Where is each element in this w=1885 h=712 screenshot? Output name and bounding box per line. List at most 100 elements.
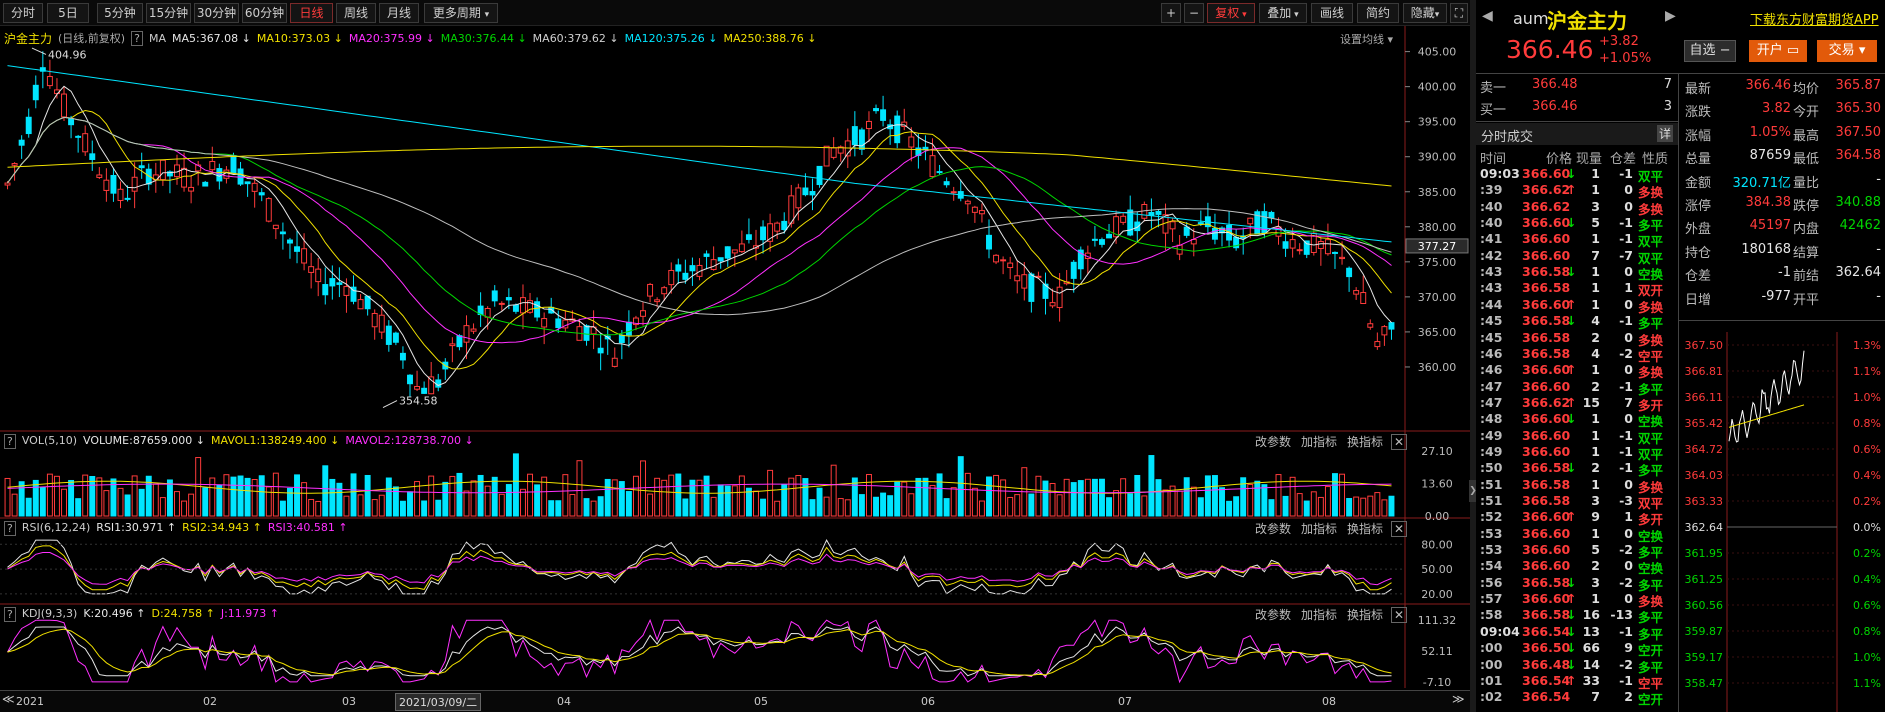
candle-body — [943, 181, 950, 186]
sell1-volume: 7 — [1663, 77, 1672, 92]
close-icon[interactable]: ✕ — [1391, 607, 1408, 623]
add-indicator-button[interactable]: 加指标 — [1301, 522, 1337, 536]
volume-bar — [858, 494, 865, 517]
stat-value: -977 — [1761, 288, 1791, 304]
help-icon[interactable]: ? — [4, 607, 16, 622]
period-tab-fenshi[interactable]: 分时 — [3, 3, 43, 23]
x-label: 05 — [754, 695, 768, 708]
kdj-y-label: -7.10 — [1423, 676, 1451, 688]
close-icon[interactable]: ✕ — [1391, 434, 1408, 450]
prev-symbol-icon[interactable]: ◀ — [1482, 8, 1493, 24]
period-tab-more[interactable]: 更多周期 ▾ — [424, 3, 498, 23]
download-app-link[interactable]: 下载东方财富期货APP — [1750, 9, 1879, 28]
simple-button[interactable]: 简约 — [1357, 3, 1399, 23]
edit-params-button[interactable]: 改参数 — [1255, 608, 1291, 622]
volume-bar — [1261, 484, 1268, 517]
tick-oi: -1 — [1619, 672, 1633, 688]
candle-body — [1007, 262, 1014, 269]
stat-label: 最低 — [1793, 152, 1820, 168]
tick-price: 366.58 — [1522, 345, 1571, 361]
rsi-value: RSI2:34.943 ↑ — [182, 521, 262, 534]
period-tab-60min[interactable]: 60分钟 — [242, 3, 287, 23]
edit-params-button[interactable]: 改参数 — [1255, 435, 1291, 449]
scroll-left-icon[interactable]: ≪ — [2, 692, 15, 706]
tick-time: :56 — [1480, 574, 1503, 590]
candle-body — [138, 165, 145, 169]
close-icon[interactable]: ✕ — [1391, 521, 1408, 537]
ticks-list[interactable]: 09:03 366.60 ↓ 1 -1 双平:39 366.62 ↑ 1 0 多换:40 366.62… — [1478, 166, 1678, 712]
tick-price: 366.62 — [1522, 182, 1571, 198]
high-label: 404.96 — [48, 48, 87, 61]
draw-button[interactable]: 画线 — [1311, 3, 1353, 23]
candle-body — [230, 155, 237, 175]
rsi-value: RSI3:40.581 ↑ — [267, 521, 348, 534]
open-account-button[interactable]: 开户 ▭ — [1749, 40, 1807, 62]
period-tab-monthly[interactable]: 月线 — [379, 3, 419, 23]
volume-bar — [498, 493, 505, 517]
candle-body — [301, 248, 308, 264]
mini-price-label: 359.87 — [1685, 625, 1724, 638]
tick-volume: 1 — [1591, 443, 1600, 459]
switch-indicator-button[interactable]: 换指标 — [1347, 435, 1383, 449]
period-tab-30min[interactable]: 30分钟 — [194, 3, 239, 23]
switch-indicator-button[interactable]: 换指标 — [1347, 522, 1383, 536]
more-periods-label: 更多周期 — [432, 6, 481, 20]
volume-bar — [717, 484, 724, 517]
ticks-title: 分时成交 — [1481, 130, 1534, 145]
period-tab-15min[interactable]: 15分钟 — [146, 3, 191, 23]
tick-oi: -2 — [1619, 574, 1633, 590]
kline-chart[interactable]: 405.00 400.00 395.00 390.00 385.00 380.00 375.… — [0, 26, 1470, 688]
volume-bar — [837, 498, 844, 517]
edit-params-button[interactable]: 改参数 — [1255, 522, 1291, 536]
volume-bar — [442, 481, 449, 517]
ma60-line — [7, 116, 1392, 316]
candle-body — [378, 314, 385, 333]
tick-row: :45 366.58 2 0 多换 — [1478, 330, 1678, 348]
tick-oi: 0 — [1624, 182, 1633, 198]
period-tab-5min[interactable]: 5分钟 — [97, 3, 143, 23]
volume-bar — [166, 479, 173, 517]
candle-body — [1346, 267, 1353, 278]
trade-button[interactable]: 交易 ▾ — [1817, 40, 1877, 62]
overlay-button[interactable]: 叠加 ▾ — [1259, 3, 1307, 23]
tick-arrow: ↓ — [1566, 264, 1577, 280]
adjust-button[interactable]: 复权 ▾ — [1207, 3, 1255, 23]
period-tab-5day[interactable]: 5日 — [47, 3, 89, 23]
hide-button[interactable]: 隐藏▾ — [1403, 3, 1447, 23]
volume-bar — [936, 473, 943, 517]
volume-bar — [957, 456, 964, 517]
volume-bar — [1233, 496, 1240, 517]
add-favorite-button[interactable]: 自选 − — [1684, 40, 1736, 62]
volume-bar — [1324, 486, 1331, 517]
help-icon[interactable]: ? — [4, 521, 16, 536]
candle-body — [498, 302, 505, 305]
mini-price-label: 361.95 — [1685, 547, 1724, 560]
volume-bar — [1388, 495, 1395, 517]
tick-arrow: ↓ — [1566, 460, 1577, 476]
volume-bar — [1303, 500, 1310, 517]
period-tab-weekly[interactable]: 周线 — [336, 3, 376, 23]
kdj-y-label: 52.11 — [1421, 645, 1453, 658]
volume-bar — [1035, 475, 1042, 517]
candle-body — [717, 257, 724, 262]
help-icon[interactable]: ? — [4, 434, 16, 449]
volume-bar — [625, 491, 632, 517]
fullscreen-icon[interactable]: ⛶ — [1450, 3, 1468, 23]
intraday-mini-chart[interactable]: 367.50 1.3% 366.81 1.1% 366.11 1.0% 365.42 0.8%… — [1679, 332, 1885, 712]
next-symbol-icon[interactable]: ▶ — [1665, 8, 1676, 24]
tick-oi: 0 — [1624, 476, 1633, 492]
switch-indicator-button[interactable]: 换指标 — [1347, 608, 1383, 622]
ticks-detail-button[interactable]: 详 — [1657, 125, 1674, 142]
scroll-right-icon[interactable]: ≫ — [1452, 692, 1465, 706]
volume-bar — [1049, 482, 1056, 517]
chevron-down-icon: ▾ — [1858, 43, 1866, 58]
zoom-out-button[interactable]: − — [1184, 3, 1204, 23]
add-indicator-button[interactable]: 加指标 — [1301, 608, 1337, 622]
period-tab-daily[interactable]: 日线 — [290, 3, 333, 23]
tick-arrow: ↓ — [1566, 607, 1577, 623]
candle-body — [675, 264, 682, 272]
add-indicator-button[interactable]: 加指标 — [1301, 435, 1337, 449]
y-tick-label: 400.00 — [1418, 81, 1457, 94]
tick-arrow: ↑ — [1566, 182, 1577, 198]
zoom-in-button[interactable]: + — [1161, 3, 1181, 23]
